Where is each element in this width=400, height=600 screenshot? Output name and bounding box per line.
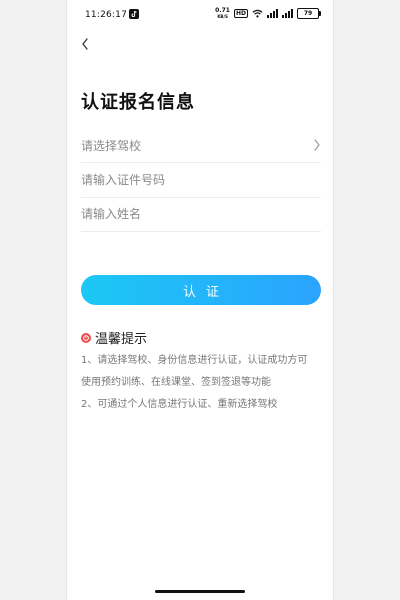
id-number-input[interactable] xyxy=(81,173,321,187)
signal-icon xyxy=(282,9,293,18)
battery-level: 79 xyxy=(303,10,313,17)
home-indicator[interactable] xyxy=(155,590,245,593)
wifi-icon xyxy=(252,9,263,18)
tip-line: 2、可通过个人信息进行认证、重新选择驾校 xyxy=(81,399,278,410)
tips-title: 温馨提示 xyxy=(95,332,148,347)
network-speed-unit: KB/S xyxy=(217,14,228,19)
name-input[interactable] xyxy=(81,207,321,221)
school-select[interactable]: 请选择驾校 xyxy=(81,128,321,163)
tip-item-1: 1、请选择驾校、身份信息进行认证，认证成功方可 使用预约训练、在线课堂、签到签退… xyxy=(81,350,323,394)
tip-line: 1、请选择驾校、身份信息进行认证，认证成功方可 xyxy=(81,355,308,366)
chevron-right-icon xyxy=(314,139,320,151)
back-button[interactable] xyxy=(75,34,95,54)
status-icons: 0.71 KB/S HD 79 xyxy=(215,8,321,20)
tip-item-2: 2、可通过个人信息进行认证、重新选择驾校 xyxy=(81,394,323,416)
school-select-label: 请选择驾校 xyxy=(81,138,142,153)
tip-line: 使用预约训练、在线课堂、签到签退等功能 xyxy=(81,377,271,388)
page-title: 认证报名信息 xyxy=(81,92,195,113)
warning-icon xyxy=(81,332,91,343)
id-number-field-row xyxy=(81,163,321,198)
app-screen: 11:26:17 0.71 KB/S HD 79 认证报名信息 请选择驾校 请输… xyxy=(67,0,333,600)
name-field-row xyxy=(81,197,321,232)
tiktok-icon xyxy=(129,9,139,19)
network-speed: 0.71 KB/S xyxy=(215,8,230,20)
status-bar: 11:26:17 0.71 KB/S HD 79 xyxy=(67,0,333,30)
hd-badge: HD xyxy=(233,9,248,18)
tips-header: 温馨提示 xyxy=(81,328,147,347)
battery-icon: 79 xyxy=(297,8,321,19)
back-arrow-icon xyxy=(82,38,88,50)
signal-icon xyxy=(267,9,278,18)
verify-button[interactable]: 认证 xyxy=(81,275,321,305)
status-time: 11:26:17 xyxy=(85,10,128,20)
